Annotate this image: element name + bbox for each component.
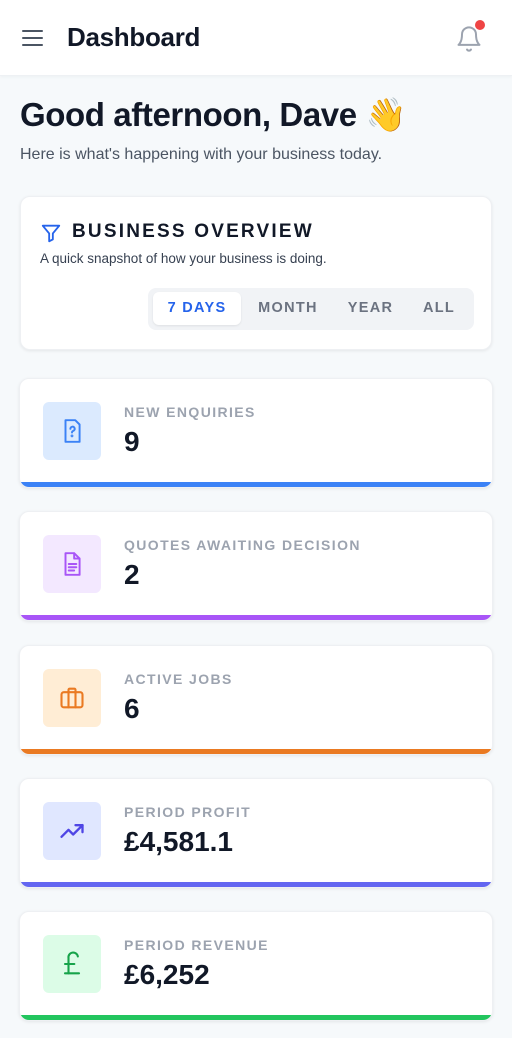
stat-label: NEW ENQUIRIES [124, 404, 256, 420]
overview-subtitle: A quick snapshot of how your business is… [40, 251, 327, 266]
overview-title: BUSINESS OVERVIEW [72, 221, 314, 242]
stat-value: 2 [124, 559, 140, 590]
period-all-button[interactable]: ALL [411, 292, 467, 325]
trending-up-icon [43, 802, 101, 860]
stat-value: £4,581.1 [124, 826, 233, 857]
page-title: Dashboard [67, 22, 201, 52]
stat-card-active-jobs[interactable]: ACTIVE JOBS 6 [19, 645, 493, 755]
stat-label: ACTIVE JOBS [124, 671, 233, 687]
period-7-days-button[interactable]: 7 DAYS [153, 292, 241, 325]
stat-value: £6,252 [124, 959, 210, 990]
stat-accent-bar [20, 482, 492, 487]
document-icon [43, 535, 101, 593]
stat-card-period-profit[interactable]: PERIOD PROFIT £4,581.1 [19, 778, 493, 888]
stat-label: QUOTES AWAITING DECISION [124, 537, 361, 553]
stat-card-period-revenue[interactable]: PERIOD REVENUE £6,252 [19, 911, 493, 1021]
period-year-button[interactable]: YEAR [335, 292, 406, 325]
stat-value: 9 [124, 426, 140, 457]
stat-value: 6 [124, 693, 140, 724]
briefcase-icon [43, 669, 101, 727]
greeting-subtitle: Here is what's happening with your busin… [20, 146, 383, 163]
stat-card-quotes-awaiting[interactable]: QUOTES AWAITING DECISION 2 [19, 511, 493, 621]
notifications-button[interactable] [455, 20, 487, 54]
period-month-button[interactable]: MONTH [246, 292, 330, 325]
menu-icon[interactable] [20, 26, 46, 50]
stat-label: PERIOD REVENUE [124, 937, 269, 953]
notification-badge [475, 20, 485, 30]
stat-accent-bar [20, 882, 492, 887]
stat-accent-bar [20, 615, 492, 620]
stat-label: PERIOD PROFIT [124, 804, 252, 820]
pound-icon [43, 935, 101, 993]
period-selector: 7 DAYS MONTH YEAR ALL [148, 288, 474, 330]
greeting-title: Good afternoon, Dave 👋 [20, 96, 407, 133]
stat-accent-bar [20, 1015, 492, 1020]
stat-accent-bar [20, 749, 492, 754]
filter-icon [41, 224, 61, 243]
top-bar: Dashboard [0, 0, 512, 76]
question-document-icon [43, 402, 101, 460]
stat-card-new-enquiries[interactable]: NEW ENQUIRIES 9 [19, 378, 493, 488]
business-overview-card: BUSINESS OVERVIEW A quick snapshot of ho… [20, 196, 492, 350]
